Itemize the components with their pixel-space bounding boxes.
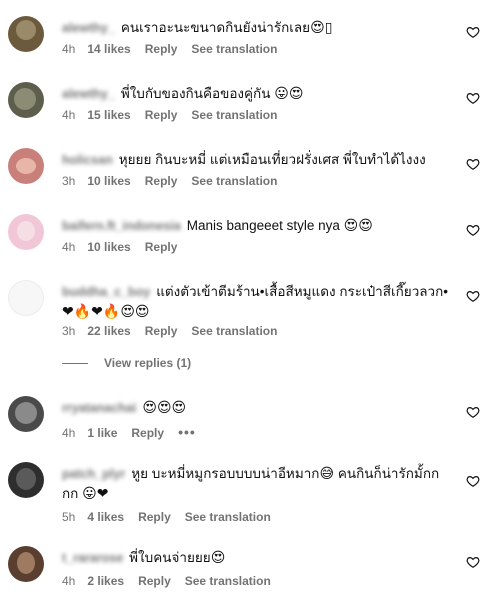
comment-body: holicsan หุยยย กินบะหมี่ แต่เหมือนเที่ยวฝ… — [62, 150, 458, 170]
heart-outline-icon[interactable] — [466, 91, 480, 105]
more-options-button[interactable]: ••• — [178, 424, 196, 440]
see-translation-button[interactable]: See translation — [191, 108, 277, 122]
comment-text: คนเราอะนะขนาดกินยังน่ารักเลย — [120, 20, 311, 35]
reply-button[interactable]: Reply — [138, 510, 171, 524]
timestamp: 4h — [62, 574, 76, 588]
comment-text: คนกินก็น่ารักมั้กก — [337, 466, 440, 481]
likes-count[interactable]: 4 likes — [87, 510, 124, 524]
likes-count[interactable]: 10 likes — [87, 240, 130, 254]
timestamp: 4h — [62, 42, 76, 56]
avatar[interactable] — [8, 280, 44, 316]
emoji: 😅 — [319, 466, 335, 482]
username[interactable]: baifern.ft_indonesia — [62, 216, 181, 236]
emoji: 😛❤ — [82, 486, 109, 502]
username[interactable]: patch_plyr — [62, 464, 125, 484]
avatar[interactable] — [8, 148, 44, 184]
see-translation-button[interactable]: See translation — [191, 42, 277, 56]
username[interactable]: rryatanachai — [62, 398, 136, 418]
emoji: 😍😍😍 — [142, 400, 187, 416]
comment-meta: 5h 4 likes Reply See translation — [62, 510, 285, 524]
username[interactable]: alewthy_ — [62, 18, 115, 38]
reply-button[interactable]: Reply — [145, 174, 178, 188]
reply-button[interactable]: Reply — [145, 108, 178, 122]
comment-body: buddha_c_boy แต่งตัวเข้าตีมร้าน•เสื้อสีหม… — [62, 282, 458, 322]
view-replies-button[interactable]: View replies (1) — [62, 356, 191, 370]
likes-count[interactable]: 10 likes — [87, 174, 130, 188]
likes-count[interactable]: 22 likes — [87, 324, 130, 338]
comment-text: กก — [62, 486, 79, 501]
comment-body: patch_plyr หูย บะหมี่หมูกรอบบบบน่าอีหมาก😅… — [62, 464, 458, 504]
comment-text: พี่ใบคนจ่ายยย — [129, 550, 211, 565]
comment-text: หูย บะหมี่หมูกรอบบบบน่าอีหมาก — [131, 466, 320, 481]
username[interactable]: holicsan — [62, 150, 113, 170]
likes-count[interactable]: 15 likes — [87, 108, 130, 122]
heart-outline-icon[interactable] — [466, 405, 480, 419]
likes-count[interactable]: 14 likes — [87, 42, 130, 56]
heart-outline-icon[interactable] — [466, 223, 480, 237]
see-translation-button[interactable]: See translation — [191, 174, 277, 188]
comment-text: Manis bangeeet style nya — [186, 218, 340, 233]
reply-button[interactable]: Reply — [145, 240, 178, 254]
username[interactable]: alewthy_ — [62, 84, 115, 104]
view-replies-label: View replies (1) — [104, 356, 192, 370]
see-translation-button[interactable]: See translation — [185, 510, 271, 524]
timestamp: 3h — [62, 174, 76, 188]
avatar[interactable] — [8, 82, 44, 118]
comment-meta: 4h 2 likes Reply See translation — [62, 574, 285, 588]
comment-text: หุยยย กินบะหมี่ แต่เหมือนเที่ยวฝรั่งเศส … — [118, 152, 426, 167]
comment-body: alewthy_ คนเราอะนะขนาดกินยังน่ารักเลย😍▯ — [62, 18, 458, 38]
avatar[interactable] — [8, 396, 44, 432]
comment-body: alewthy_ พี่ใบกับของกินคือของคู่กัน 😛😍 — [62, 84, 458, 104]
emoji: 😍 — [210, 550, 226, 566]
comment-text: พี่ใบกับของกินคือของคู่กัน — [120, 86, 271, 101]
username[interactable]: t_rararose — [62, 548, 123, 568]
emoji: 😍😍 — [343, 218, 373, 234]
emoji: 😍▯ — [310, 20, 333, 36]
comment-body: t_rararose พี่ใบคนจ่ายยย😍 — [62, 548, 458, 568]
reply-button[interactable]: Reply — [145, 324, 178, 338]
timestamp: 5h — [62, 510, 76, 524]
emoji: ❤🔥❤🔥😍😍 — [62, 304, 150, 320]
heart-outline-icon[interactable] — [466, 474, 480, 488]
timestamp: 4h — [62, 108, 76, 122]
comment-body: rryatanachai 😍😍😍 — [62, 398, 458, 418]
comment-body: baifern.ft_indonesia Manis bangeeet style… — [62, 216, 458, 236]
heart-outline-icon[interactable] — [466, 25, 480, 39]
comment-meta: 4h 15 likes Reply See translation — [62, 108, 291, 122]
avatar[interactable] — [8, 16, 44, 52]
see-translation-button[interactable]: See translation — [185, 574, 271, 588]
reply-button[interactable]: Reply — [131, 426, 164, 440]
comment-meta: 4h 1 like Reply ••• — [62, 424, 210, 440]
likes-count[interactable]: 1 like — [87, 426, 117, 440]
replies-divider — [62, 362, 88, 364]
avatar[interactable] — [8, 214, 44, 250]
timestamp: 3h — [62, 324, 76, 338]
heart-outline-icon[interactable] — [466, 289, 480, 303]
avatar[interactable] — [8, 546, 44, 582]
see-translation-button[interactable]: See translation — [191, 324, 277, 338]
heart-outline-icon[interactable] — [466, 555, 480, 569]
reply-button[interactable]: Reply — [138, 574, 171, 588]
timestamp: 4h — [62, 240, 76, 254]
username[interactable]: buddha_c_boy — [62, 282, 150, 302]
emoji: 😛😍 — [274, 86, 304, 102]
avatar[interactable] — [8, 462, 44, 498]
comment-meta: 4h 10 likes Reply — [62, 240, 191, 254]
reply-button[interactable]: Reply — [145, 42, 178, 56]
comment-text: แต่งตัวเข้าตีมร้าน•เสื้อสีหมูแดง กระเป๋า… — [156, 284, 449, 299]
comment-meta: 3h 10 likes Reply See translation — [62, 174, 291, 188]
heart-outline-icon[interactable] — [466, 157, 480, 171]
timestamp: 4h — [62, 426, 76, 440]
comment-meta: 4h 14 likes Reply See translation — [62, 42, 291, 56]
likes-count[interactable]: 2 likes — [87, 574, 124, 588]
comment-meta: 3h 22 likes Reply See translation — [62, 324, 291, 338]
